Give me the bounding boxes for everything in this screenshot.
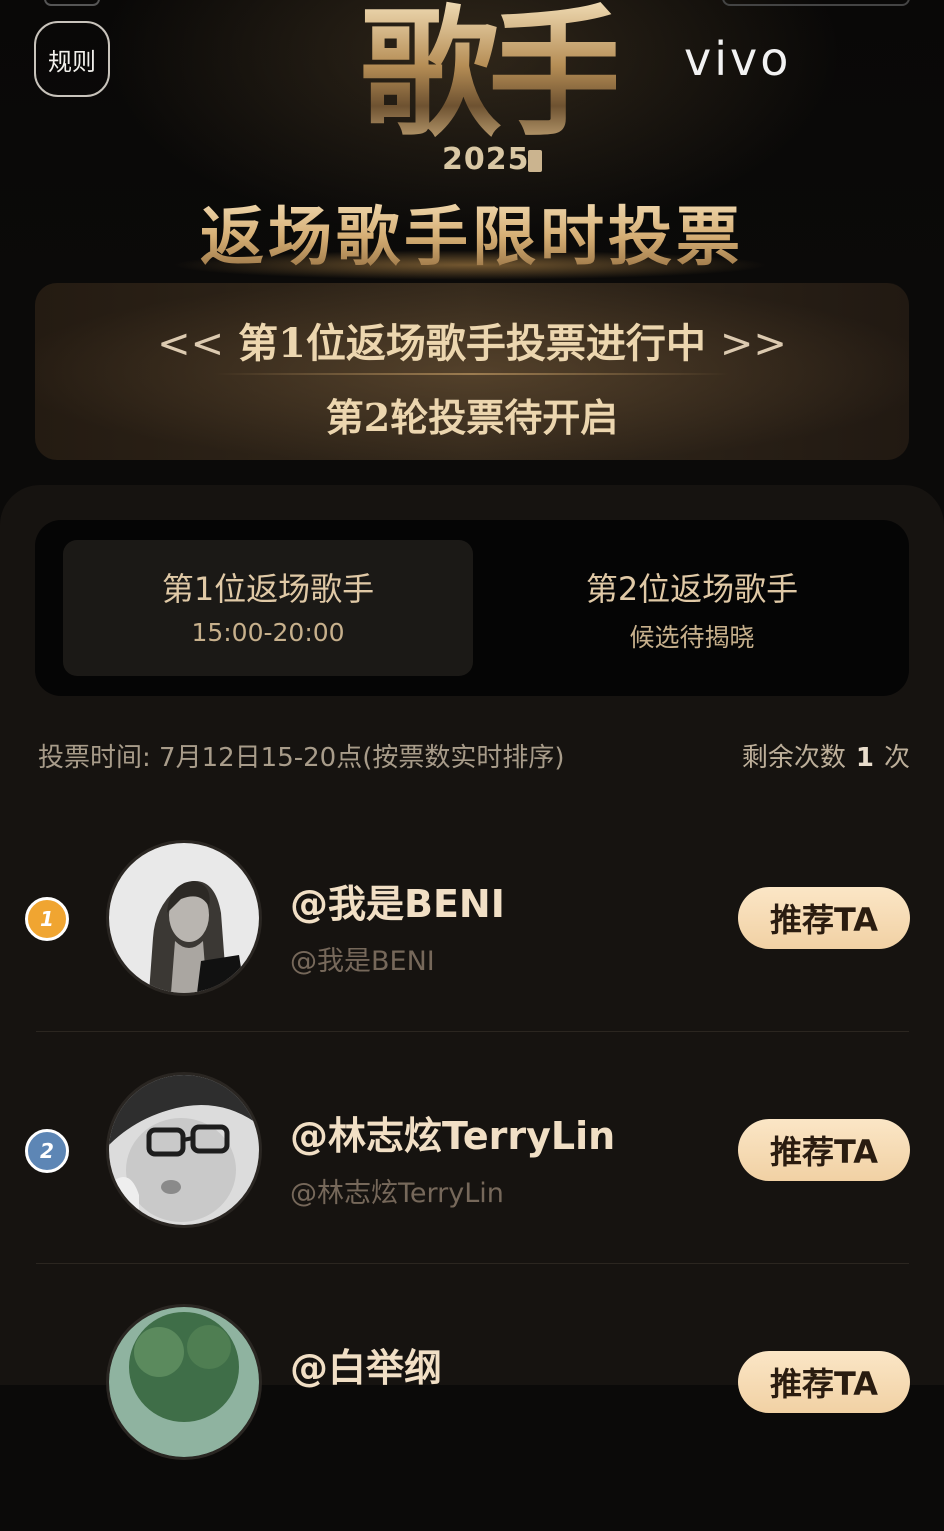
vote-time-text: 投票时间: 7月12日15-20点(按票数实时排序)	[38, 743, 565, 773]
tab-round-2-status: 候选待揭晓	[629, 623, 755, 652]
list-item: 1 @我是BENI @我是BENI 推荐TA	[0, 837, 944, 1067]
list-item: 2 @林志炫TerryLin @林志炫TerryLin 推荐TA	[0, 1069, 944, 1299]
round-tabs: 第1位返场歌手 15:00-20:00 第2位返场歌手 候选待揭晓	[35, 520, 909, 696]
avatar-image	[109, 1075, 259, 1225]
left-arrows: <<	[157, 321, 225, 367]
avatar-image	[109, 1307, 259, 1457]
top-left-partial-control[interactable]	[44, 0, 100, 6]
singer-handle: @林志炫TerryLin	[290, 1178, 504, 1209]
avatar[interactable]	[106, 1304, 262, 1460]
recommend-button[interactable]: 推荐TA	[738, 887, 910, 949]
tab-round-2[interactable]: 第2位返场歌手 候选待揭晓	[487, 540, 897, 676]
tab-round-2-title: 第2位返场歌手	[585, 570, 799, 608]
status-divider	[215, 373, 729, 375]
singer-handle: @我是BENI	[290, 946, 435, 977]
avatar[interactable]	[106, 1072, 262, 1228]
singer-name: @白举纲	[290, 1346, 443, 1390]
vote-info-row: 投票时间: 7月12日15-20点(按票数实时排序) 剩余次数 1 次	[38, 737, 910, 777]
content-sheet: 第1位返场歌手 15:00-20:00 第2位返场歌手 候选待揭晓 投票时间: …	[0, 485, 944, 1460]
recommend-button[interactable]: 推荐TA	[738, 1351, 910, 1413]
rules-button[interactable]: 规则	[34, 21, 110, 97]
remaining-count: 1	[855, 743, 874, 773]
list-divider	[36, 1031, 909, 1032]
status-next: 第2轮投票待开启	[325, 395, 619, 440]
brand-logo: vivo	[684, 32, 792, 86]
top-right-partial-control[interactable]	[722, 0, 910, 6]
header-banner: 规则 歌手 2025 vivo 返场歌手限时投票	[0, 0, 944, 290]
show-year: 2025	[442, 142, 530, 177]
list-item: @白举纲 推荐TA	[0, 1301, 944, 1531]
banner-title: 返场歌手限时投票	[0, 186, 944, 278]
tab-round-1-time: 15:00-20:00	[191, 618, 345, 647]
vote-status-panel: << 第1位返场歌手投票进行中 >> 第2轮投票待开启	[35, 283, 909, 460]
tab-round-1[interactable]: 第1位返场歌手 15:00-20:00	[63, 540, 473, 676]
avatar-image	[109, 843, 259, 993]
status-current: << 第1位返场歌手投票进行中 >>	[35, 311, 909, 369]
singer-name: @我是BENI	[290, 882, 505, 926]
remaining-votes: 剩余次数 1 次	[742, 737, 910, 774]
show-year-badge-icon	[528, 150, 542, 172]
show-logo: 歌手	[360, 0, 628, 154]
rank-badge: 1	[25, 897, 69, 941]
rank-badge: 2	[25, 1129, 69, 1173]
avatar[interactable]	[106, 840, 262, 996]
remaining-label: 剩余次数	[741, 743, 846, 773]
status-current-text: 第1位返场歌手投票进行中	[238, 320, 706, 367]
recommend-button[interactable]: 推荐TA	[738, 1119, 910, 1181]
singer-name: @林志炫TerryLin	[290, 1114, 616, 1158]
tab-round-1-title: 第1位返场歌手	[161, 570, 375, 608]
right-arrows: >>	[719, 321, 787, 367]
list-divider	[36, 1263, 909, 1264]
remaining-unit: 次	[883, 743, 910, 773]
